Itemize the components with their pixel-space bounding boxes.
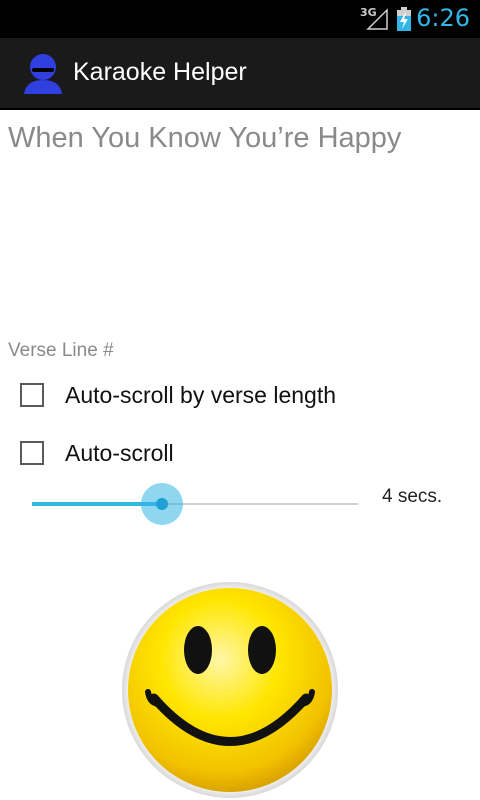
status-time: 6:26 <box>416 4 470 32</box>
auto-scroll-checkbox[interactable] <box>20 441 44 465</box>
signal-icon <box>366 8 388 30</box>
slider-value-label: 4 secs. <box>382 486 443 507</box>
battery-icon <box>397 7 411 31</box>
auto-scroll-verse-checkbox[interactable] <box>20 383 44 407</box>
app-title: Karaoke Helper <box>73 58 247 86</box>
user-avatar-icon[interactable] <box>22 52 64 94</box>
auto-scroll-row[interactable]: Auto-scroll <box>20 438 174 468</box>
slider-thumb[interactable] <box>156 498 168 510</box>
verse-line-label: Verse Line # <box>8 340 114 361</box>
auto-scroll-verse-row[interactable]: Auto-scroll by verse length <box>20 380 336 410</box>
status-bar: 3G 6:26 <box>0 0 480 38</box>
scroll-speed-slider[interactable] <box>32 483 358 525</box>
auto-scroll-label[interactable]: Auto-scroll <box>65 440 174 467</box>
auto-scroll-verse-label[interactable]: Auto-scroll by verse length <box>65 382 336 409</box>
action-bar: Karaoke Helper <box>0 38 480 110</box>
song-title: When You Know You’re Happy <box>8 122 402 154</box>
smiley-face-icon <box>122 582 338 798</box>
